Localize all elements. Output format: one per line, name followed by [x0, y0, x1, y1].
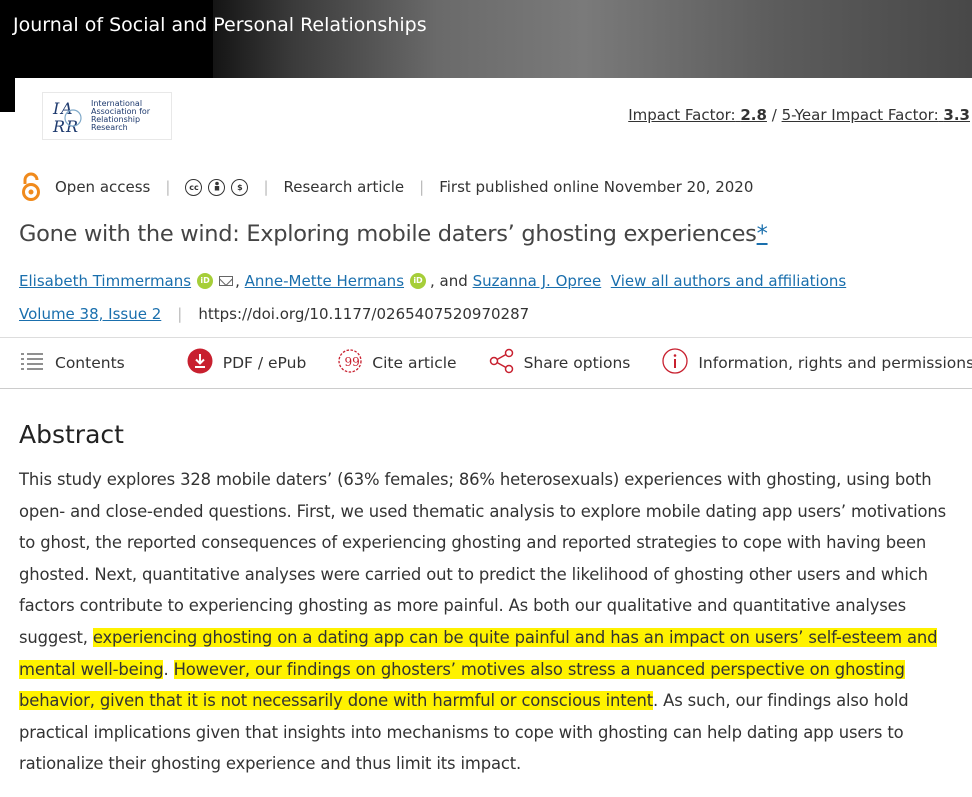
author-joiner: , and — [430, 272, 468, 290]
author-list: Elisabeth Timmermans iD , Anne-Mette Her… — [19, 272, 846, 290]
society-logo[interactable]: I A R R International Association for Re… — [42, 92, 172, 140]
svg-text:R: R — [52, 117, 65, 136]
divider: | — [177, 305, 183, 323]
license-icons[interactable]: cc $ — [185, 178, 249, 196]
impact-separator: / — [771, 106, 777, 124]
logo-text: International Association for Relationsh… — [91, 99, 151, 132]
email-icon[interactable] — [219, 276, 234, 286]
divider: | — [263, 178, 269, 196]
abstract-segment: This study explores 328 mobile daters’ (… — [19, 470, 947, 647]
svg-text:I: I — [52, 99, 60, 118]
article-title-text: Gone with the wind: Exploring mobile dat… — [19, 221, 757, 247]
impact-factor-link[interactable]: Impact Factor: 2.8 — [628, 106, 767, 124]
view-all-authors-link[interactable]: View all authors and affiliations — [611, 272, 846, 290]
article-title: Gone with the wind: Exploring mobile dat… — [19, 221, 768, 247]
author-link-hermans[interactable]: Anne-Mette Hermans — [245, 272, 404, 290]
share-icon — [489, 348, 515, 378]
abstract-text: This study explores 328 mobile daters’ (… — [19, 464, 954, 780]
five-year-impact-link[interactable]: 5-Year Impact Factor: 3.3 — [782, 106, 970, 124]
orcid-icon[interactable]: iD — [197, 273, 214, 289]
info-label: Information, rights and permissions — [698, 354, 972, 372]
five-year-value: 3.3 — [943, 106, 970, 124]
issue-row: Volume 38, Issue 2 | https://doi.org/10.… — [19, 305, 529, 323]
published-date: First published online November 20, 2020 — [439, 178, 754, 196]
divider: | — [165, 178, 171, 196]
pdf-download-icon — [187, 348, 213, 378]
pdf-label: PDF / ePub — [222, 354, 307, 372]
cite-label: Cite article — [372, 354, 457, 372]
doi-link[interactable]: https://doi.org/10.1177/0265407520970287 — [198, 305, 529, 323]
divider: | — [419, 178, 425, 196]
impact-value: 2.8 — [740, 106, 767, 124]
quote-icon: 99 — [338, 349, 362, 377]
svg-text:99: 99 — [345, 355, 360, 369]
info-icon — [662, 348, 688, 378]
article-toolbar: Contents PDF / ePub 99 Cite article Shar… — [0, 337, 972, 389]
open-access-label: Open access — [55, 178, 151, 196]
iarr-logo-icon: I A R R — [51, 96, 87, 136]
contents-button[interactable]: Contents — [21, 352, 125, 374]
comma: , — [235, 272, 245, 290]
abstract-segment: . — [163, 659, 174, 679]
pdf-button[interactable]: PDF / ePub — [187, 348, 307, 378]
orcid-icon[interactable]: iD — [410, 273, 427, 289]
svg-text:R: R — [65, 117, 78, 136]
volume-issue-link[interactable]: Volume 38, Issue 2 — [19, 305, 161, 323]
cite-button[interactable]: 99 Cite article — [338, 349, 457, 377]
five-year-label: 5-Year Impact Factor: — [781, 106, 939, 124]
list-icon — [21, 352, 43, 374]
open-access-icon — [19, 172, 43, 202]
info-button[interactable]: Information, rights and permissions — [662, 348, 972, 378]
author-link-timmermans[interactable]: Elisabeth Timmermans — [19, 272, 191, 290]
by-icon — [208, 178, 226, 196]
article-type: Research article — [283, 178, 405, 196]
contents-label: Contents — [55, 354, 125, 372]
impact-label: Impact Factor: — [628, 106, 736, 124]
impact-factor[interactable]: Impact Factor: 2.8 / 5-Year Impact Facto… — [628, 106, 970, 124]
abstract-heading: Abstract — [19, 420, 124, 449]
share-button[interactable]: Share options — [489, 348, 631, 378]
nc-icon: $ — [231, 178, 249, 196]
author-link-opree[interactable]: Suzanna J. Opree — [473, 272, 602, 290]
cc-icon: cc — [185, 178, 203, 196]
article-meta-row: Open access | cc $ | Research article | … — [19, 172, 753, 202]
title-footnote-link[interactable]: * — [757, 221, 768, 247]
journal-title[interactable]: Journal of Social and Personal Relations… — [13, 14, 427, 36]
share-label: Share options — [523, 354, 631, 372]
